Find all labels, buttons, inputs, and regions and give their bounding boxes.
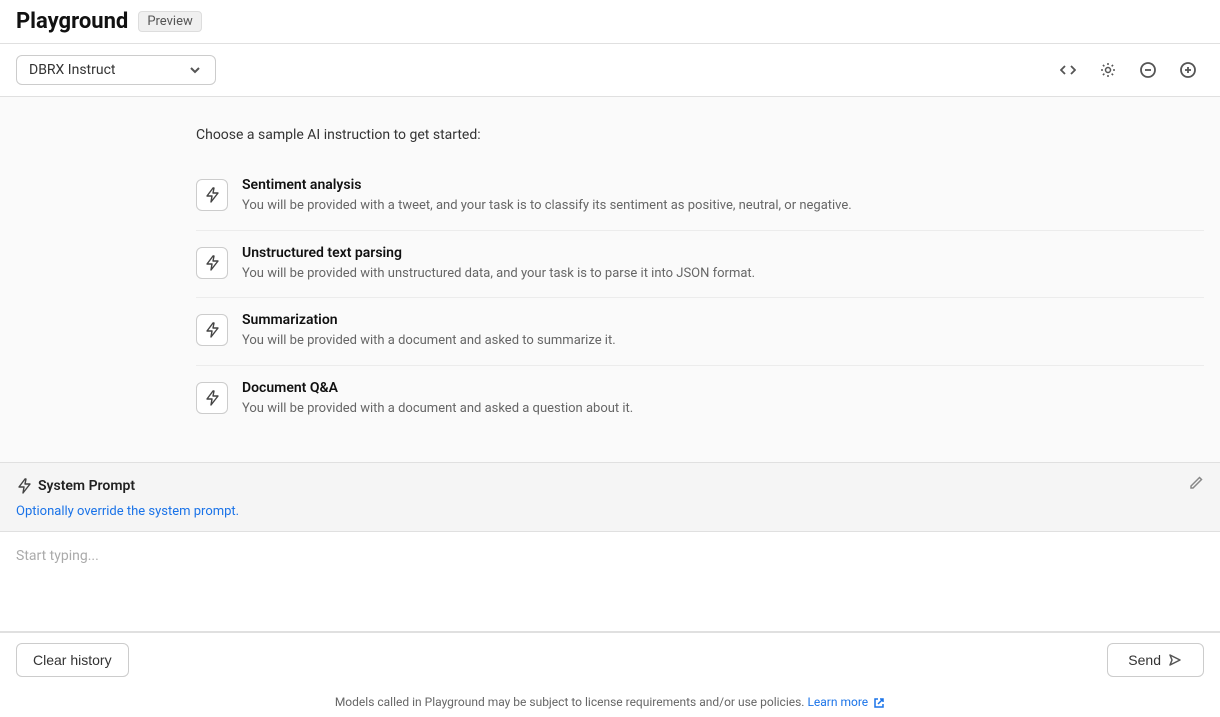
- header: Playground Preview: [0, 0, 1220, 44]
- chat-placeholder: Start typing...: [16, 548, 1204, 564]
- sample-instructions-panel: Choose a sample AI instruction to get st…: [0, 97, 1220, 463]
- preview-badge: Preview: [138, 11, 201, 32]
- sample-item[interactable]: Unstructured text parsing You will be pr…: [196, 231, 1204, 299]
- sample-description: You will be provided with a document and…: [242, 331, 616, 351]
- bolt-icon: [204, 390, 220, 406]
- sample-description: You will be provided with unstructured d…: [242, 264, 755, 284]
- bolt-icon-wrap: [196, 179, 228, 211]
- system-prompt-section: System Prompt Optionally override the sy…: [0, 463, 1220, 532]
- bolt-icon-wrap: [196, 314, 228, 346]
- sample-item[interactable]: Summarization You will be provided with …: [196, 298, 1204, 366]
- bolt-icon-wrap: [196, 382, 228, 414]
- send-icon: [1167, 652, 1183, 668]
- system-prompt-label: System Prompt: [16, 478, 135, 494]
- chat-input-area[interactable]: Start typing...: [0, 532, 1220, 632]
- bolt-icon: [204, 187, 220, 203]
- settings-button[interactable]: [1092, 54, 1124, 86]
- bolt-icon: [204, 322, 220, 338]
- bolt-icon: [204, 255, 220, 271]
- footer-notice: Models called in Playground may be subje…: [0, 687, 1220, 717]
- sample-title: Sentiment analysis: [242, 177, 852, 193]
- edit-icon: [1188, 475, 1204, 491]
- sample-item[interactable]: Sentiment analysis You will be provided …: [196, 163, 1204, 231]
- zoom-out-button[interactable]: [1132, 54, 1164, 86]
- toolbar-icon-group: [1052, 54, 1204, 86]
- system-prompt-placeholder: Optionally override the system prompt.: [16, 504, 1204, 519]
- sample-title: Document Q&A: [242, 380, 633, 396]
- sample-item[interactable]: Document Q&A You will be provided with a…: [196, 366, 1204, 433]
- model-select-label: DBRX Instruct: [29, 62, 116, 78]
- zoom-in-button[interactable]: [1172, 54, 1204, 86]
- system-prompt-header: System Prompt: [16, 475, 1204, 496]
- code-toggle-button[interactable]: [1052, 54, 1084, 86]
- sample-title: Summarization: [242, 312, 616, 328]
- toolbar: DBRX Instruct: [0, 44, 1220, 97]
- learn-more-link[interactable]: Learn more: [807, 695, 868, 709]
- external-link-icon: [873, 697, 885, 709]
- model-select[interactable]: DBRX Instruct: [16, 55, 216, 85]
- chevron-down-icon: [187, 62, 203, 78]
- bottom-bar: Clear history Send: [0, 632, 1220, 687]
- sample-title: Unstructured text parsing: [242, 245, 755, 261]
- sample-description: You will be provided with a tweet, and y…: [242, 196, 852, 216]
- bolt-icon-wrap: [196, 247, 228, 279]
- edit-system-prompt-button[interactable]: [1188, 475, 1204, 496]
- bolt-icon: [16, 478, 32, 494]
- app-title: Playground: [16, 9, 128, 34]
- sample-description: You will be provided with a document and…: [242, 399, 633, 419]
- sample-items-list: Sentiment analysis You will be provided …: [16, 163, 1204, 432]
- choose-instruction-label: Choose a sample AI instruction to get st…: [16, 127, 1204, 143]
